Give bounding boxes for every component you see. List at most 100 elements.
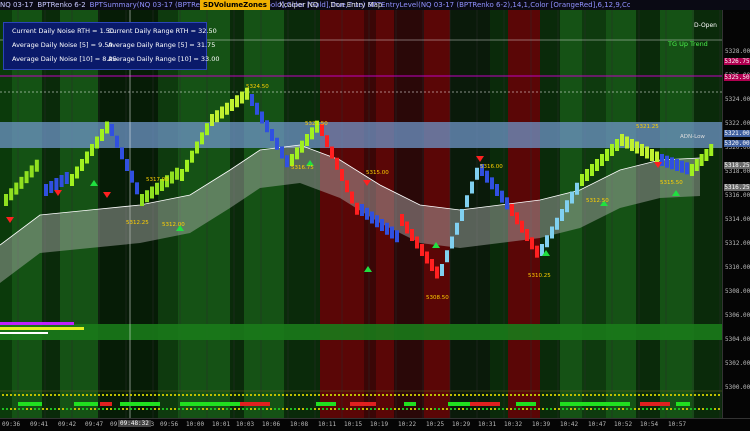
tick-speed-dot: [234, 394, 236, 396]
renko-brick: [410, 229, 414, 241]
tick-speed-block: [100, 402, 112, 406]
tick-speed-dot: [490, 394, 492, 396]
renko-brick: [14, 182, 19, 195]
tick-speed-dot: [170, 408, 172, 410]
tick-speed-dot: [126, 408, 128, 410]
tick-speed-dot: [74, 408, 76, 410]
renko-brick: [300, 140, 304, 153]
renko-brick: [305, 134, 309, 146]
renko-brick: [435, 266, 439, 279]
renko-brick: [440, 264, 444, 276]
time-tick-label: 10:54: [640, 421, 659, 428]
tick-speed-dot: [698, 394, 700, 396]
tick-speed-dot: [154, 408, 156, 410]
tick-speed-dot: [258, 408, 260, 410]
time-tick-label: 10:00: [186, 421, 205, 428]
tick-speed-dot: [366, 408, 368, 410]
renko-brick: [650, 149, 654, 161]
renko-brick: [675, 159, 679, 171]
tick-speed-dot: [602, 394, 604, 396]
tick-speed-dot: [242, 394, 244, 396]
time-axis[interactable]: 09:3609:4109:4209:4709:5109:5309:5610:00…: [0, 418, 750, 431]
tick-speed-dot: [358, 408, 360, 410]
tick-speed-dot: [482, 394, 484, 396]
tick-speed-dot: [62, 408, 64, 410]
tick-speed-dot: [194, 394, 196, 396]
renko-brick: [29, 165, 34, 178]
tab-don-entry-map[interactable]: Don Entry Map: [327, 0, 385, 10]
tab-sdvolumezones[interactable]: SDVolumeZones: [200, 0, 270, 10]
tick-speed-dot: [118, 394, 120, 396]
bars-type-label[interactable]: BPTRenko 6-2: [37, 0, 85, 10]
renko-brick: [505, 197, 509, 210]
regime-column: [694, 10, 722, 418]
renko-brick: [550, 226, 554, 239]
renko-brick: [100, 129, 104, 141]
tick-speed-dot: [30, 394, 32, 396]
price-tick-label: 5302.00: [725, 360, 750, 367]
instrument-label[interactable]: NQ 03-17: [0, 0, 33, 10]
tick-speed-dot: [58, 394, 60, 396]
tick-speed-dot: [662, 408, 664, 410]
tick-speed-dot: [74, 394, 76, 396]
tab-xcalper-nq[interactable]: Xcalper NQ: [276, 0, 321, 10]
tick-speed-dot: [502, 408, 504, 410]
tick-speed-dot: [282, 408, 284, 410]
tick-speed-dot: [514, 408, 516, 410]
tick-speed-dot: [42, 394, 44, 396]
tick-speed-dot: [418, 408, 420, 410]
avg-noise-5: Average Daily Noise [5] = 9.50: [12, 41, 113, 49]
tick-speed-dot: [658, 408, 660, 410]
price-axis[interactable]: 5328.005326.005324.005322.005320.005318.…: [722, 10, 750, 418]
renko-chart[interactable]: [0, 10, 722, 418]
renko-brick: [70, 174, 74, 186]
tick-speed-dot: [46, 394, 48, 396]
tick-speed-dot: [382, 408, 384, 410]
tick-speed-dot: [694, 394, 696, 396]
tick-speed-dot: [298, 408, 300, 410]
tick-speed-dot: [474, 408, 476, 410]
renko-brick: [415, 236, 419, 249]
tick-speed-dot: [494, 394, 496, 396]
renko-brick: [470, 181, 474, 194]
tick-speed-dot: [166, 394, 168, 396]
tick-speed-block: [676, 402, 690, 406]
tick-speed-dot: [606, 408, 608, 410]
renko-brick: [640, 144, 644, 156]
tick-speed-dot: [554, 394, 556, 396]
tick-speed-dot: [78, 408, 80, 410]
regime-column: [660, 10, 694, 418]
price-tick-label: 5310.00: [725, 264, 750, 271]
tick-speed-dot: [294, 394, 296, 396]
time-tick-label: 10:03: [236, 421, 255, 428]
tick-speed-dot: [342, 408, 344, 410]
renko-brick: [95, 136, 99, 149]
tick-speed-block: [560, 402, 630, 406]
tick-speed-dot: [90, 408, 92, 410]
renko-brick: [34, 159, 39, 172]
price-level-badge: 5325.50: [724, 74, 750, 81]
renko-brick: [335, 157, 339, 170]
tick-speed-dot: [246, 408, 248, 410]
tick-speed-dot: [710, 394, 712, 396]
price-label-5315-00: 5315.00: [366, 170, 389, 176]
tick-speed-block: [640, 402, 670, 406]
chart-panel[interactable]: Current Daily Noise RTH = 1.50 Current D…: [0, 10, 722, 418]
time-tick-label: 10:22: [398, 421, 417, 428]
tick-speed-dot: [38, 394, 40, 396]
tick-speed-dot: [202, 408, 204, 410]
tick-speed-dot: [602, 408, 604, 410]
renko-brick: [340, 169, 344, 181]
renko-brick: [215, 110, 219, 123]
regime-column: [606, 10, 636, 418]
renko-brick: [694, 159, 699, 171]
chart-window: NQ 03-17 BPTRenko 6-2 BPTSummary(NQ 03-1…: [0, 0, 750, 431]
tick-speed-dot: [542, 394, 544, 396]
tick-speed-dot: [646, 394, 648, 396]
time-tick-label: 09:36: [2, 421, 21, 428]
tick-speed-dot: [534, 394, 536, 396]
renko-brick: [704, 149, 709, 161]
tick-speed-dot: [26, 408, 28, 410]
tick-speed-dot: [250, 408, 252, 410]
tick-speed-dot: [502, 394, 504, 396]
